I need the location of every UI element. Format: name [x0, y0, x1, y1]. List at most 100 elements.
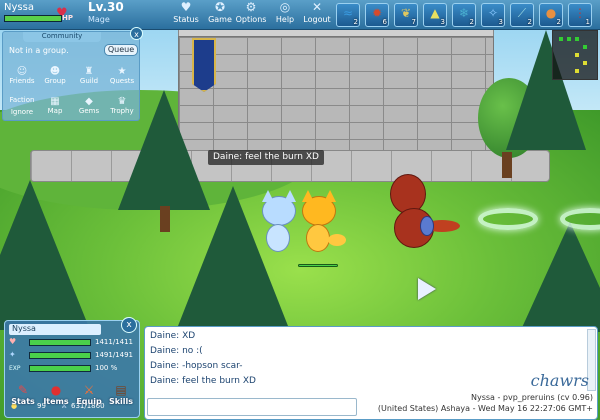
skill-slot[interactable]: ⟋ 2: [510, 3, 534, 27]
character-red-wolf[interactable]: [384, 168, 464, 258]
server-info: Nyssa - pvp_preruins (cv 0.96): [470, 393, 593, 402]
character-blue-cat[interactable]: [258, 190, 300, 260]
top-hp-bar: [4, 15, 62, 22]
queue-button[interactable]: Queue: [104, 44, 138, 56]
skill-count: 2: [469, 18, 474, 26]
skill-count: 2: [353, 18, 358, 26]
community-friends-button[interactable]: ☺ Friends: [6, 66, 38, 85]
skill-count: 6: [382, 18, 387, 26]
exp-icon: EXP: [9, 365, 21, 372]
friends-icon: ☺: [16, 66, 28, 77]
character-orange-fox[interactable]: [298, 190, 346, 260]
community-trophy-button[interactable]: ♛ Trophy: [106, 96, 138, 115]
minimap[interactable]: [552, 30, 598, 80]
player-level: Lv.30: [88, 0, 124, 14]
chat-message: Daine: no :(: [150, 346, 203, 356]
mp-row: ✦ 1491/1491: [9, 350, 139, 361]
heart-icon: ♥: [9, 337, 17, 346]
chat-message: Daine: XD: [150, 331, 196, 341]
skill-count: 1: [585, 18, 590, 26]
group-icon: ☻: [49, 66, 61, 77]
portal-ring[interactable]: [478, 208, 538, 230]
star-icon: ★: [117, 66, 127, 77]
skill-slot[interactable]: ▲ 3: [423, 3, 447, 27]
status-player-name: Nyssa: [9, 324, 101, 335]
exp-bar: [29, 365, 91, 372]
community-map-button[interactable]: ▦ Map: [39, 96, 71, 115]
player-class: Mage: [88, 15, 110, 24]
game-logo: chawrs: [530, 371, 589, 390]
close-icon: ✕: [311, 0, 323, 14]
server-datetime: (United States) Ashaya - Wed May 16 22:2…: [377, 404, 593, 413]
community-guild-button[interactable]: ♜ Guild: [73, 66, 105, 85]
community-panel: Community Not in a group. Queue ☺ Friend…: [2, 31, 140, 121]
skills-button[interactable]: ▤ Skills: [106, 383, 136, 406]
castle-wall: [178, 36, 494, 156]
status-close-button[interactable]: x: [121, 317, 137, 333]
items-button[interactable]: ● Items: [41, 383, 71, 406]
heart-icon: ♥: [180, 0, 192, 14]
community-group-button[interactable]: ☻ Group: [39, 66, 71, 85]
community-ignore-button[interactable]: Ignore: [6, 108, 38, 116]
minimap-marker: [583, 61, 587, 65]
chat-bubble: Daine: feel the burn XD: [208, 150, 324, 165]
community-quests-button[interactable]: ★ Quests: [106, 66, 138, 85]
mp-value: 1491/1491: [95, 351, 133, 359]
skill-count: 3: [440, 18, 445, 26]
hp-bar: [29, 339, 91, 346]
menu-button-status[interactable]: ♥ Status: [168, 0, 204, 30]
guild-banner: [192, 38, 216, 92]
hp-label: HP: [62, 14, 73, 22]
trophy-icon: ♛: [117, 96, 127, 107]
minimap-marker: [567, 37, 571, 41]
chat-message: Daine: -hopson scar-: [150, 361, 243, 371]
skill-count: 2: [556, 18, 561, 26]
mp-bar: [29, 352, 91, 359]
community-faction-button[interactable]: Faction: [6, 96, 38, 104]
tree-trunk: [502, 152, 512, 178]
menu-button-help[interactable]: ◎ Help: [267, 0, 303, 30]
chat-message: Daine: feel the burn XD: [150, 376, 256, 386]
chat-panel: Daine: XD Daine: no :( Daine: -hopson sc…: [144, 326, 598, 420]
mana-icon: ✦: [9, 350, 16, 359]
stats-button[interactable]: ✎ Stats: [8, 383, 38, 406]
skill-slot[interactable]: ❦ 7: [394, 3, 418, 27]
hp-row: ♥ 1411/1411: [9, 337, 139, 348]
exp-bar-fill: [30, 366, 90, 371]
minimap-marker: [575, 53, 579, 57]
skill-count: 2: [527, 18, 532, 26]
community-close-button[interactable]: x: [130, 27, 143, 40]
exp-value: 100 %: [95, 364, 118, 372]
menu-button-logout[interactable]: ✕ Logout: [299, 0, 335, 30]
hp-bar-fill: [30, 340, 90, 345]
community-gems-button[interactable]: ◆ Gems: [73, 96, 105, 115]
guild-icon: ♜: [84, 66, 94, 77]
top-hp-fill: [5, 16, 61, 21]
gear-icon: ⚙: [245, 0, 257, 14]
player-name: Nyssa: [4, 2, 34, 13]
skill-slot[interactable]: ● 2: [539, 3, 563, 27]
skill-slot[interactable]: ⋮ 1: [568, 3, 592, 27]
gem-icon: ◆: [85, 96, 93, 107]
book-icon: ▤: [115, 383, 127, 397]
mp-bar-fill: [30, 353, 90, 358]
minimap-marker: [559, 37, 563, 41]
skill-count: 3: [498, 18, 503, 26]
skill-slot[interactable]: ✹ 6: [365, 3, 389, 27]
chat-input[interactable]: [147, 398, 357, 416]
skill-slot[interactable]: ≈2: [336, 3, 360, 27]
equip-button[interactable]: ⚔ Equip: [74, 383, 104, 406]
group-status: Not in a group.: [9, 46, 69, 55]
sword-icon: ⚔: [83, 383, 95, 397]
minimap-marker: [583, 45, 587, 49]
skill-slot[interactable]: ❄ 2: [452, 3, 476, 27]
player-hp-bar: [298, 264, 338, 267]
skill-slot[interactable]: ✧ 3: [481, 3, 505, 27]
top-bar: Nyssa ♥ HP Lv.30 Mage ♥ Status ✪ Game ⚙ …: [0, 0, 600, 30]
map-icon: ▦: [50, 96, 60, 107]
menu-button-options[interactable]: ⚙ Options: [233, 0, 269, 30]
pine-tree: [0, 180, 90, 330]
apple-icon: ●: [50, 383, 62, 397]
minimap-marker: [575, 69, 579, 73]
pine-tree: [520, 222, 600, 332]
